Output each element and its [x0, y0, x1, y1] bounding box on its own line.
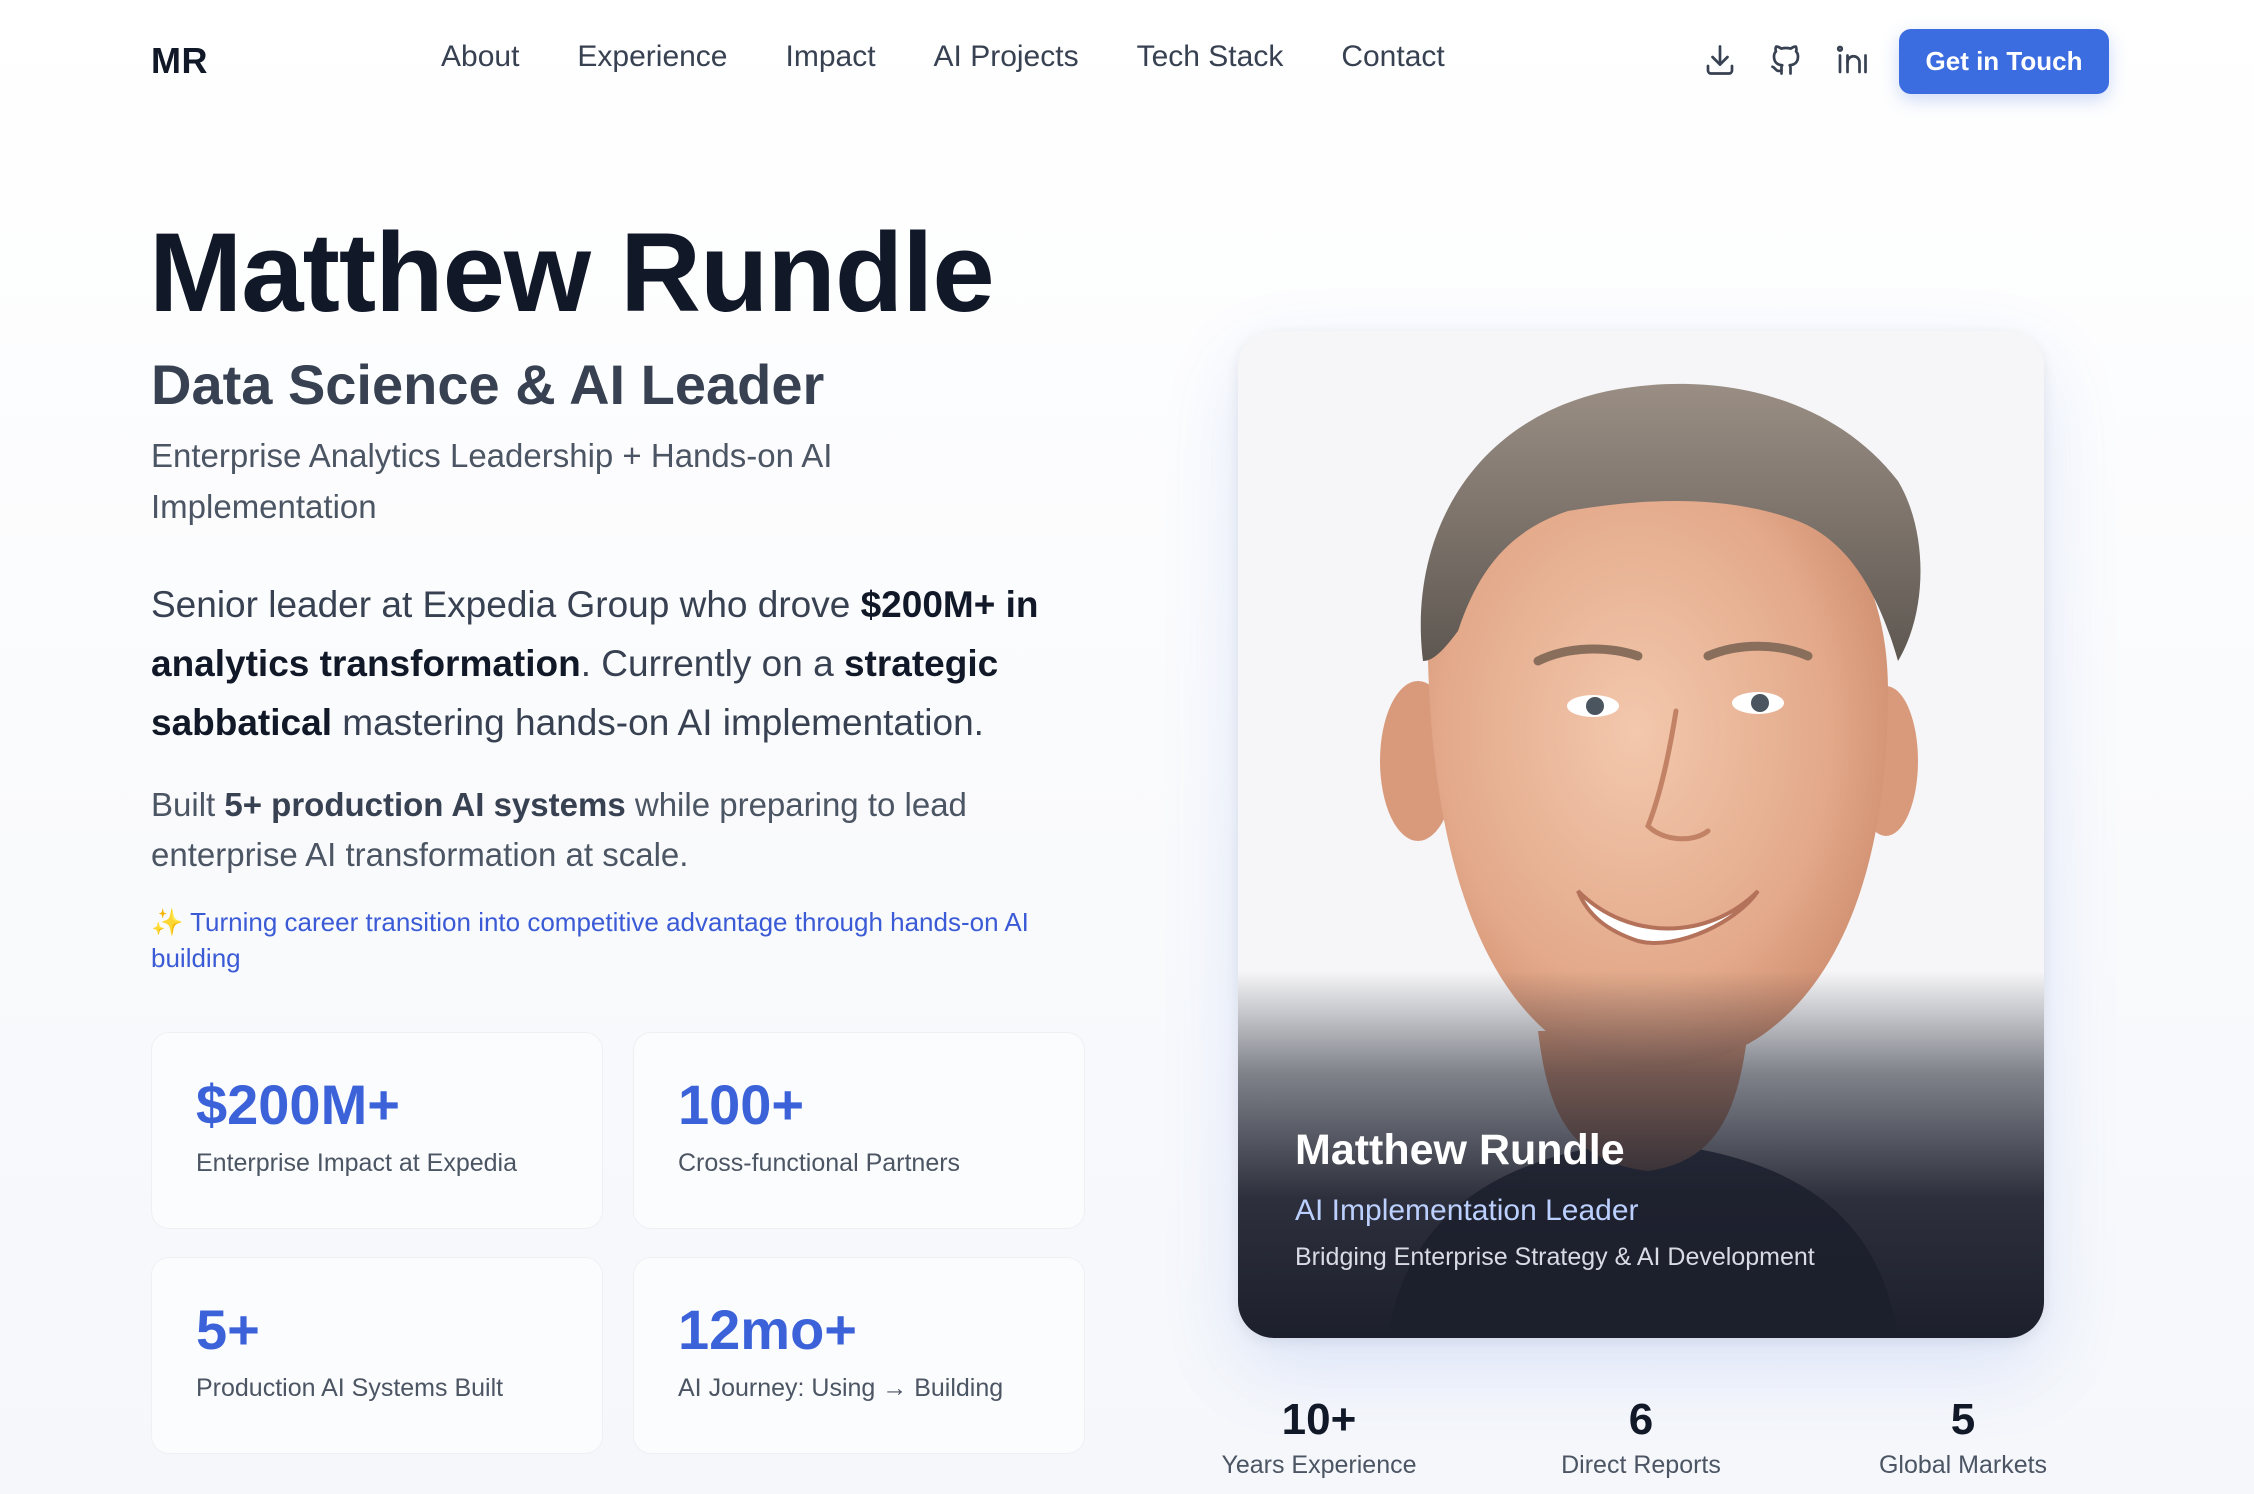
top-nav: MR About Experience Impact AI Projects T…: [0, 0, 2254, 124]
stat-label: Enterprise Impact at Expedia: [196, 1149, 517, 1177]
hero-built-text: Built 5+ production AI systems while pre…: [151, 780, 1051, 880]
stat-card-ai-journey: 12mo+ AI Journey: Using → Building: [633, 1257, 1085, 1454]
stat-label: Cross-functional Partners: [678, 1149, 961, 1177]
hero-note: ✨ Turning career transition into competi…: [151, 904, 1091, 976]
mini-stat-label: Years Experience: [1221, 1451, 1417, 1479]
stat-card-ai-systems: 5+ Production AI Systems Built: [151, 1257, 603, 1454]
card-role: AI Implementation Leader: [1295, 1194, 1639, 1227]
nav-link-tech-stack[interactable]: Tech Stack: [1137, 40, 1284, 74]
profile-card: Matthew Rundle AI Implementation Leader …: [1238, 331, 2044, 1338]
stat-value: 5+: [196, 1298, 260, 1361]
hero-desc-text-2: . Currently on a: [580, 643, 844, 684]
stat-value: 12mo+: [678, 1298, 857, 1361]
mini-stat-value: 5: [1950, 1395, 1976, 1444]
nav-link-experience[interactable]: Experience: [577, 40, 727, 74]
mini-stat-reports: 6 Direct Reports: [1511, 1395, 1771, 1480]
hero-subtitle: Enterprise Analytics Leadership + Hands-…: [151, 437, 833, 525]
mini-stat-label: Global Markets: [1878, 1451, 2048, 1479]
mini-stat-value: 10+: [1281, 1395, 1357, 1444]
card-name: Matthew Rundle: [1295, 1126, 1625, 1174]
nav-link-impact[interactable]: Impact: [786, 40, 876, 74]
hero-desc-text-3: mastering hands-on AI implementation.: [331, 702, 984, 743]
hero-built-text-1: Built: [151, 786, 225, 823]
mini-stat-label: Direct Reports: [1561, 1451, 1721, 1479]
hero-title: Data Science & AI Leader: [151, 353, 825, 416]
stat-value: $200M+: [196, 1073, 400, 1136]
nav-icon-group: [1702, 42, 1870, 78]
hero-note-text: Turning career transition into competiti…: [151, 907, 1029, 973]
mini-stat-value: 6: [1628, 1395, 1654, 1444]
stat-card-impact: $200M+ Enterprise Impact at Expedia: [151, 1032, 603, 1229]
linkedin-icon[interactable]: [1834, 42, 1870, 78]
nav-links: About Experience Impact AI Projects Tech…: [441, 40, 1445, 74]
mini-stat-years: 10+ Years Experience: [1189, 1395, 1449, 1480]
stat-label: AI Journey: Using → Building: [678, 1374, 1004, 1402]
sparkles-icon: ✨: [151, 907, 184, 937]
get-in-touch-button[interactable]: Get in Touch: [1899, 29, 2109, 94]
stat-label: Production AI Systems Built: [196, 1374, 504, 1402]
hero-built-bold: 5+ production AI systems: [224, 786, 626, 823]
nav-link-contact[interactable]: Contact: [1341, 40, 1444, 74]
stat-value: 100+: [678, 1073, 805, 1136]
download-icon[interactable]: [1702, 42, 1738, 78]
github-icon[interactable]: [1768, 42, 1804, 78]
nav-link-about[interactable]: About: [441, 40, 519, 74]
hero-description: Senior leader at Expedia Group who drove…: [151, 575, 1111, 752]
logo[interactable]: MR: [151, 40, 208, 82]
hero-name: Matthew Rundle: [149, 210, 995, 335]
stat-card-partners: 100+ Cross-functional Partners: [633, 1032, 1085, 1229]
hero-desc-text-1: Senior leader at Expedia Group who drove: [151, 584, 861, 625]
card-tagline: Bridging Enterprise Strategy & AI Develo…: [1295, 1243, 1815, 1271]
nav-link-ai-projects[interactable]: AI Projects: [934, 40, 1079, 74]
mini-stat-markets: 5 Global Markets: [1833, 1395, 2093, 1480]
